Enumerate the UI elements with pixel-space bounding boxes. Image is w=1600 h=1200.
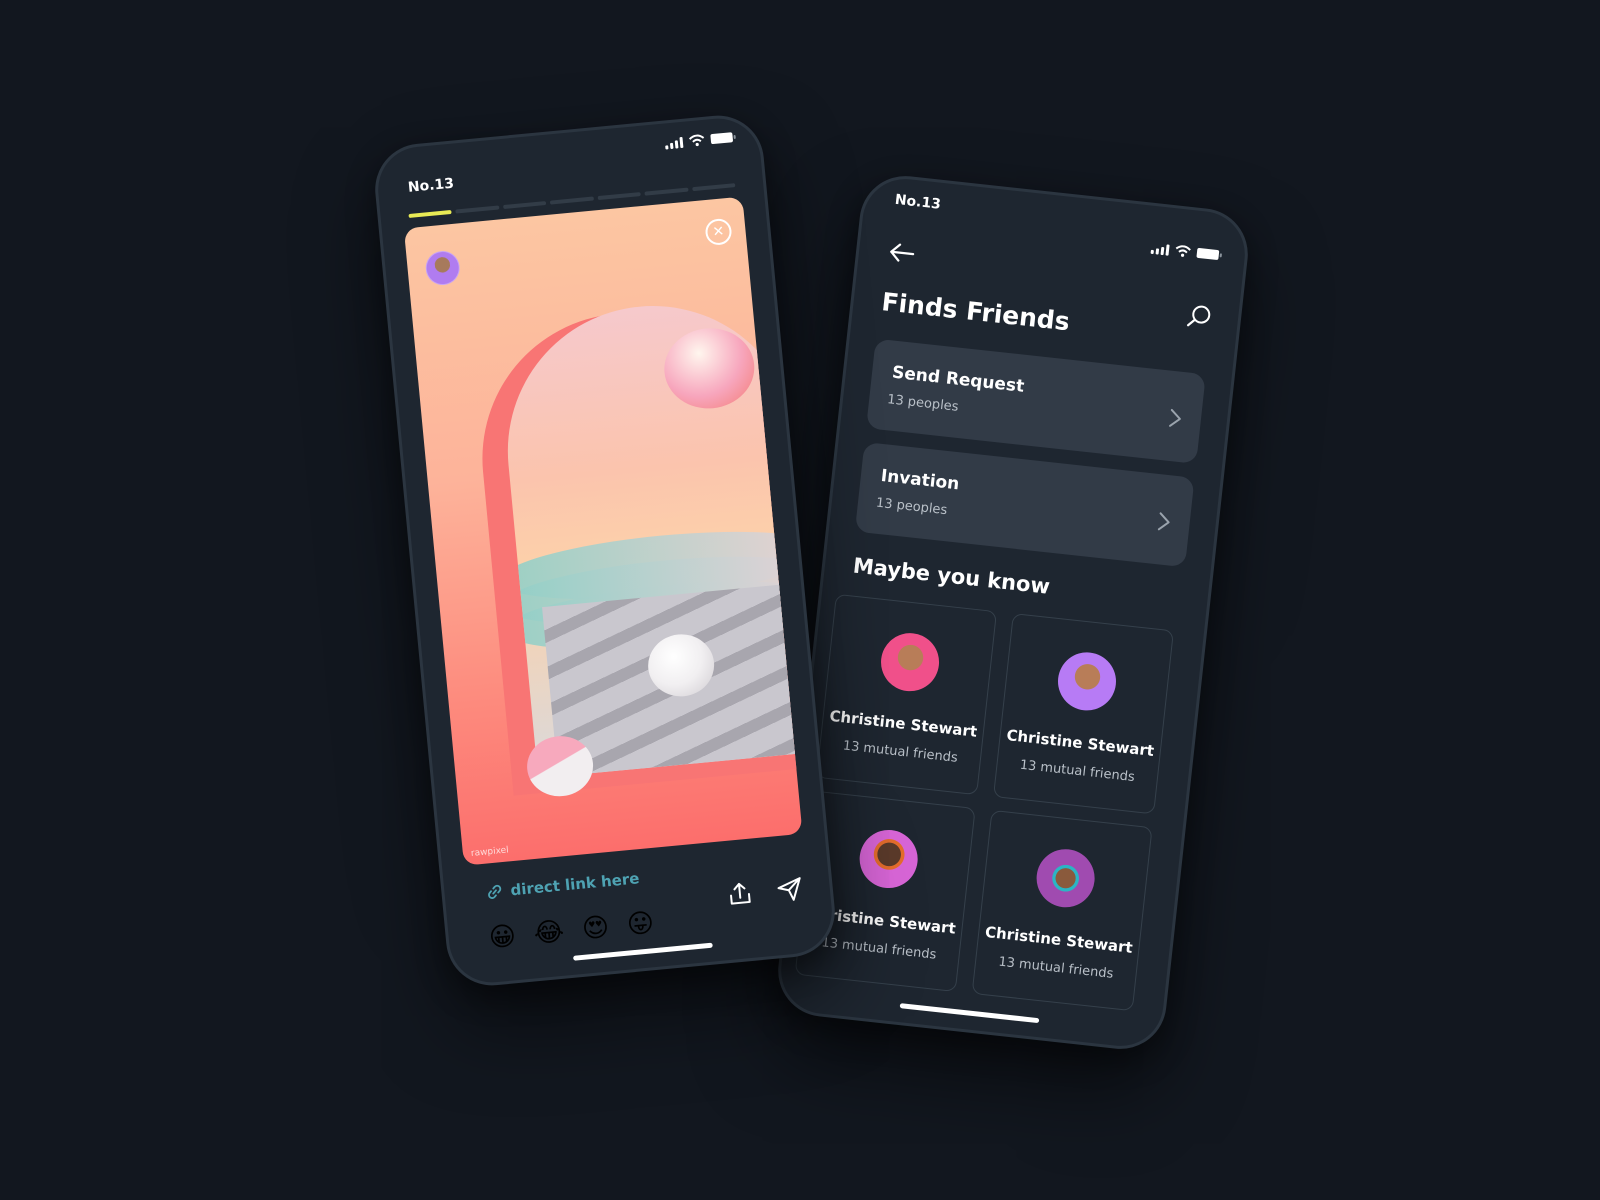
share-upload-icon[interactable]	[725, 879, 756, 910]
search-icon[interactable]	[1185, 302, 1214, 331]
sphere	[775, 520, 803, 579]
friend-avatar	[878, 630, 942, 695]
reaction-grin[interactable]: 😀	[488, 921, 518, 953]
signal-icon	[1150, 242, 1170, 256]
status-icons	[1150, 242, 1220, 261]
option-subtitle: 13 peoples	[875, 495, 948, 519]
watermark: rawpixel	[470, 845, 510, 859]
link-icon	[488, 884, 502, 899]
reaction-bar: 😀 😂 😍 😛	[488, 908, 656, 953]
close-icon[interactable]: ✕	[704, 217, 733, 247]
friends-phone: No.13 Finds Friends Send Request 13 peop…	[773, 171, 1253, 1054]
send-request-card[interactable]: Send Request 13 peoples	[866, 338, 1206, 464]
friend-name: Christine Stewart	[1005, 726, 1155, 760]
progress-segment	[691, 183, 736, 192]
direct-link-label: direct link here	[509, 869, 641, 900]
friend-avatar	[1055, 649, 1119, 714]
progress-segment	[597, 192, 641, 201]
friend-card[interactable]: Christine Stewart 13 mutual friends	[816, 593, 998, 796]
status-icons	[664, 131, 734, 150]
page-title: Finds Friends	[880, 287, 1072, 337]
friend-avatar	[1033, 846, 1098, 911]
story-phone: No.13 ✕ rawpixel direct link here 😀 😂 😍 …	[371, 111, 839, 990]
story-actions	[725, 874, 805, 909]
status-time: No.13	[407, 175, 455, 196]
home-indicator[interactable]	[899, 1003, 1040, 1024]
reaction-heart-eyes[interactable]: 😍	[581, 912, 611, 944]
section-title: Maybe you know	[851, 553, 1052, 599]
friend-mutual: 13 mutual friends	[842, 738, 959, 766]
progress-segment	[550, 196, 594, 205]
reaction-laugh[interactable]: 😂	[533, 917, 566, 950]
wifi-icon	[1175, 245, 1191, 257]
story-author-avatar[interactable]	[424, 249, 462, 287]
friend-card[interactable]: Christine Stewart 13 mutual friends	[971, 809, 1153, 1012]
friend-mutual: 13 mutual friends	[1019, 757, 1136, 786]
friend-name: Christine Stewart	[984, 922, 1134, 957]
invitation-card[interactable]: Invation 13 peoples	[854, 441, 1195, 568]
progress-segment	[502, 200, 547, 210]
friend-card[interactable]: Christine Stewart 13 mutual friends	[992, 612, 1174, 815]
option-title: Send Request	[891, 362, 1026, 397]
direct-link[interactable]: direct link here	[486, 869, 640, 901]
battery-icon	[710, 132, 734, 145]
chevron-right-icon	[1169, 408, 1181, 427]
status-bar: No.13	[861, 175, 1249, 276]
signal-icon	[664, 136, 684, 150]
send-paper-plane-icon[interactable]	[774, 874, 805, 905]
arch-artwork	[494, 293, 803, 779]
progress-segment	[644, 187, 689, 196]
home-indicator[interactable]	[573, 942, 713, 961]
progress-segment-active	[408, 209, 453, 218]
status-bar: No.13	[374, 115, 762, 211]
reaction-tongue[interactable]: 😛	[626, 908, 656, 940]
friend-avatar	[856, 827, 921, 891]
progress-segment	[455, 205, 500, 214]
chevron-right-icon	[1157, 512, 1170, 531]
back-arrow-icon[interactable]	[886, 239, 918, 266]
status-time: No.13	[894, 191, 942, 213]
friend-name: Christine Stewart	[828, 706, 979, 741]
friend-mutual: 13 mutual friends	[997, 954, 1115, 982]
wifi-icon	[688, 134, 705, 147]
battery-icon	[1196, 247, 1220, 261]
story-image[interactable]: ✕ rawpixel	[403, 196, 803, 866]
option-title: Invation	[879, 466, 961, 495]
option-subtitle: 13 peoples	[886, 392, 960, 415]
